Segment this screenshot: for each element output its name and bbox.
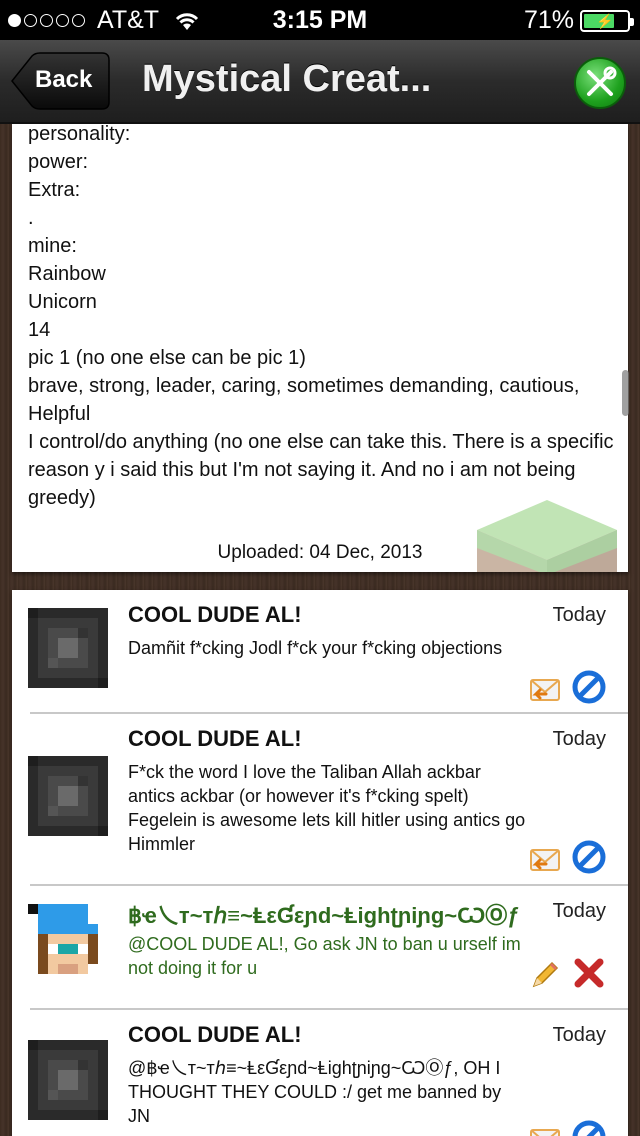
page-title: Mystical Creat... <box>142 58 432 100</box>
edit-icon[interactable] <box>528 958 562 992</box>
comment-date: Today <box>552 604 606 626</box>
back-button-label: Back <box>35 66 93 93</box>
uploaded-date: Uploaded: 04 Dec, 2013 <box>217 542 423 563</box>
comment-item: ฿ҽ乀т~тℎ≡~ⱠεƓεɲd~Ⱡighʈɲiɲg~ѠⓄƒ Today @COO… <box>12 886 628 1008</box>
comment-item: COOL DUDE AL! Today @฿ҽ乀т~тℎ≡~ⱠεƓεɲd~Ⱡig… <box>12 1010 628 1136</box>
post-card: personality: power: Extra:. mine: Rainbow Uni… <box>12 124 628 572</box>
comment-author[interactable]: ฿ҽ乀т~тℎ≡~ⱠεƓεɲd~Ⱡighʈɲiɲg~ѠⓄƒ <box>128 898 520 930</box>
wrench-screwdriver-icon <box>587 66 617 96</box>
reply-icon[interactable] <box>528 842 562 876</box>
post-line: brave, strong, leader, caring, sometimes… <box>28 375 585 425</box>
avatar <box>28 756 108 836</box>
scroll-indicator[interactable] <box>622 370 629 416</box>
comments-list: COOL DUDE AL! Today Damñit f*cking Jodl … <box>12 590 628 1136</box>
reply-icon[interactable] <box>528 1122 562 1136</box>
block-icon[interactable] <box>572 840 606 874</box>
comment-item: COOL DUDE AL! Today Damñit f*cking Jodl … <box>12 590 628 712</box>
comment-date: Today <box>552 728 606 750</box>
comment-text: Damñit f*cking Jodl f*ck your f*cking ob… <box>128 638 503 658</box>
post-line: pic 1 (no one else can be pic 1) <box>28 347 306 369</box>
post-line: power: <box>28 151 89 173</box>
post-line: Extra: <box>28 179 81 201</box>
battery-tip <box>630 17 634 26</box>
avatar <box>28 608 108 688</box>
block-icon[interactable] <box>572 670 606 704</box>
reply-icon[interactable] <box>528 672 562 706</box>
comment-date: Today <box>552 1024 606 1046</box>
status-bar: AT&T 3:15 PM 71% ⚡ <box>0 0 640 40</box>
comment-date: Today <box>552 900 606 922</box>
comment-author[interactable]: COOL DUDE AL! <box>128 726 302 752</box>
post-line: 14 <box>28 319 51 341</box>
battery-icon: ⚡ <box>580 9 634 32</box>
block-icon[interactable] <box>572 1120 606 1136</box>
comment-author[interactable]: COOL DUDE AL! <box>128 1022 302 1048</box>
comment-author[interactable]: COOL DUDE AL! <box>128 602 302 628</box>
charging-icon: ⚡ <box>596 12 614 29</box>
delete-icon[interactable] <box>572 956 606 990</box>
post-line: Rainbow <box>28 263 106 285</box>
comment-item: COOL DUDE AL! Today F*ck the word I love… <box>12 714 628 884</box>
status-right: 71% ⚡ <box>523 6 634 35</box>
post-line: mine: <box>28 235 77 257</box>
comment-text: @COOL DUDE AL!, Go ask JN to ban u ursel… <box>128 934 521 978</box>
battery-percent: 71% <box>523 6 574 34</box>
post-body: personality: power: Extra:. mine: Rainbow Uni… <box>28 124 618 512</box>
post-line: . <box>28 207 34 229</box>
back-button[interactable]: Back <box>10 52 110 110</box>
post-line: Unicorn <box>28 291 97 313</box>
avatar <box>28 904 108 984</box>
avatar <box>28 1040 108 1120</box>
comment-text: @฿ҽ乀т~тℎ≡~ⱠεƓεɲd~Ⱡighʈɲiɲg~ѠⓄƒ, OH I THO… <box>128 1058 502 1126</box>
navigation-bar: Back Mystical Creat... <box>0 40 640 124</box>
post-line: personality: <box>28 124 131 145</box>
comment-text: F*ck the word I love the Taliban Allah a… <box>128 762 526 854</box>
tools-button[interactable] <box>574 57 626 109</box>
